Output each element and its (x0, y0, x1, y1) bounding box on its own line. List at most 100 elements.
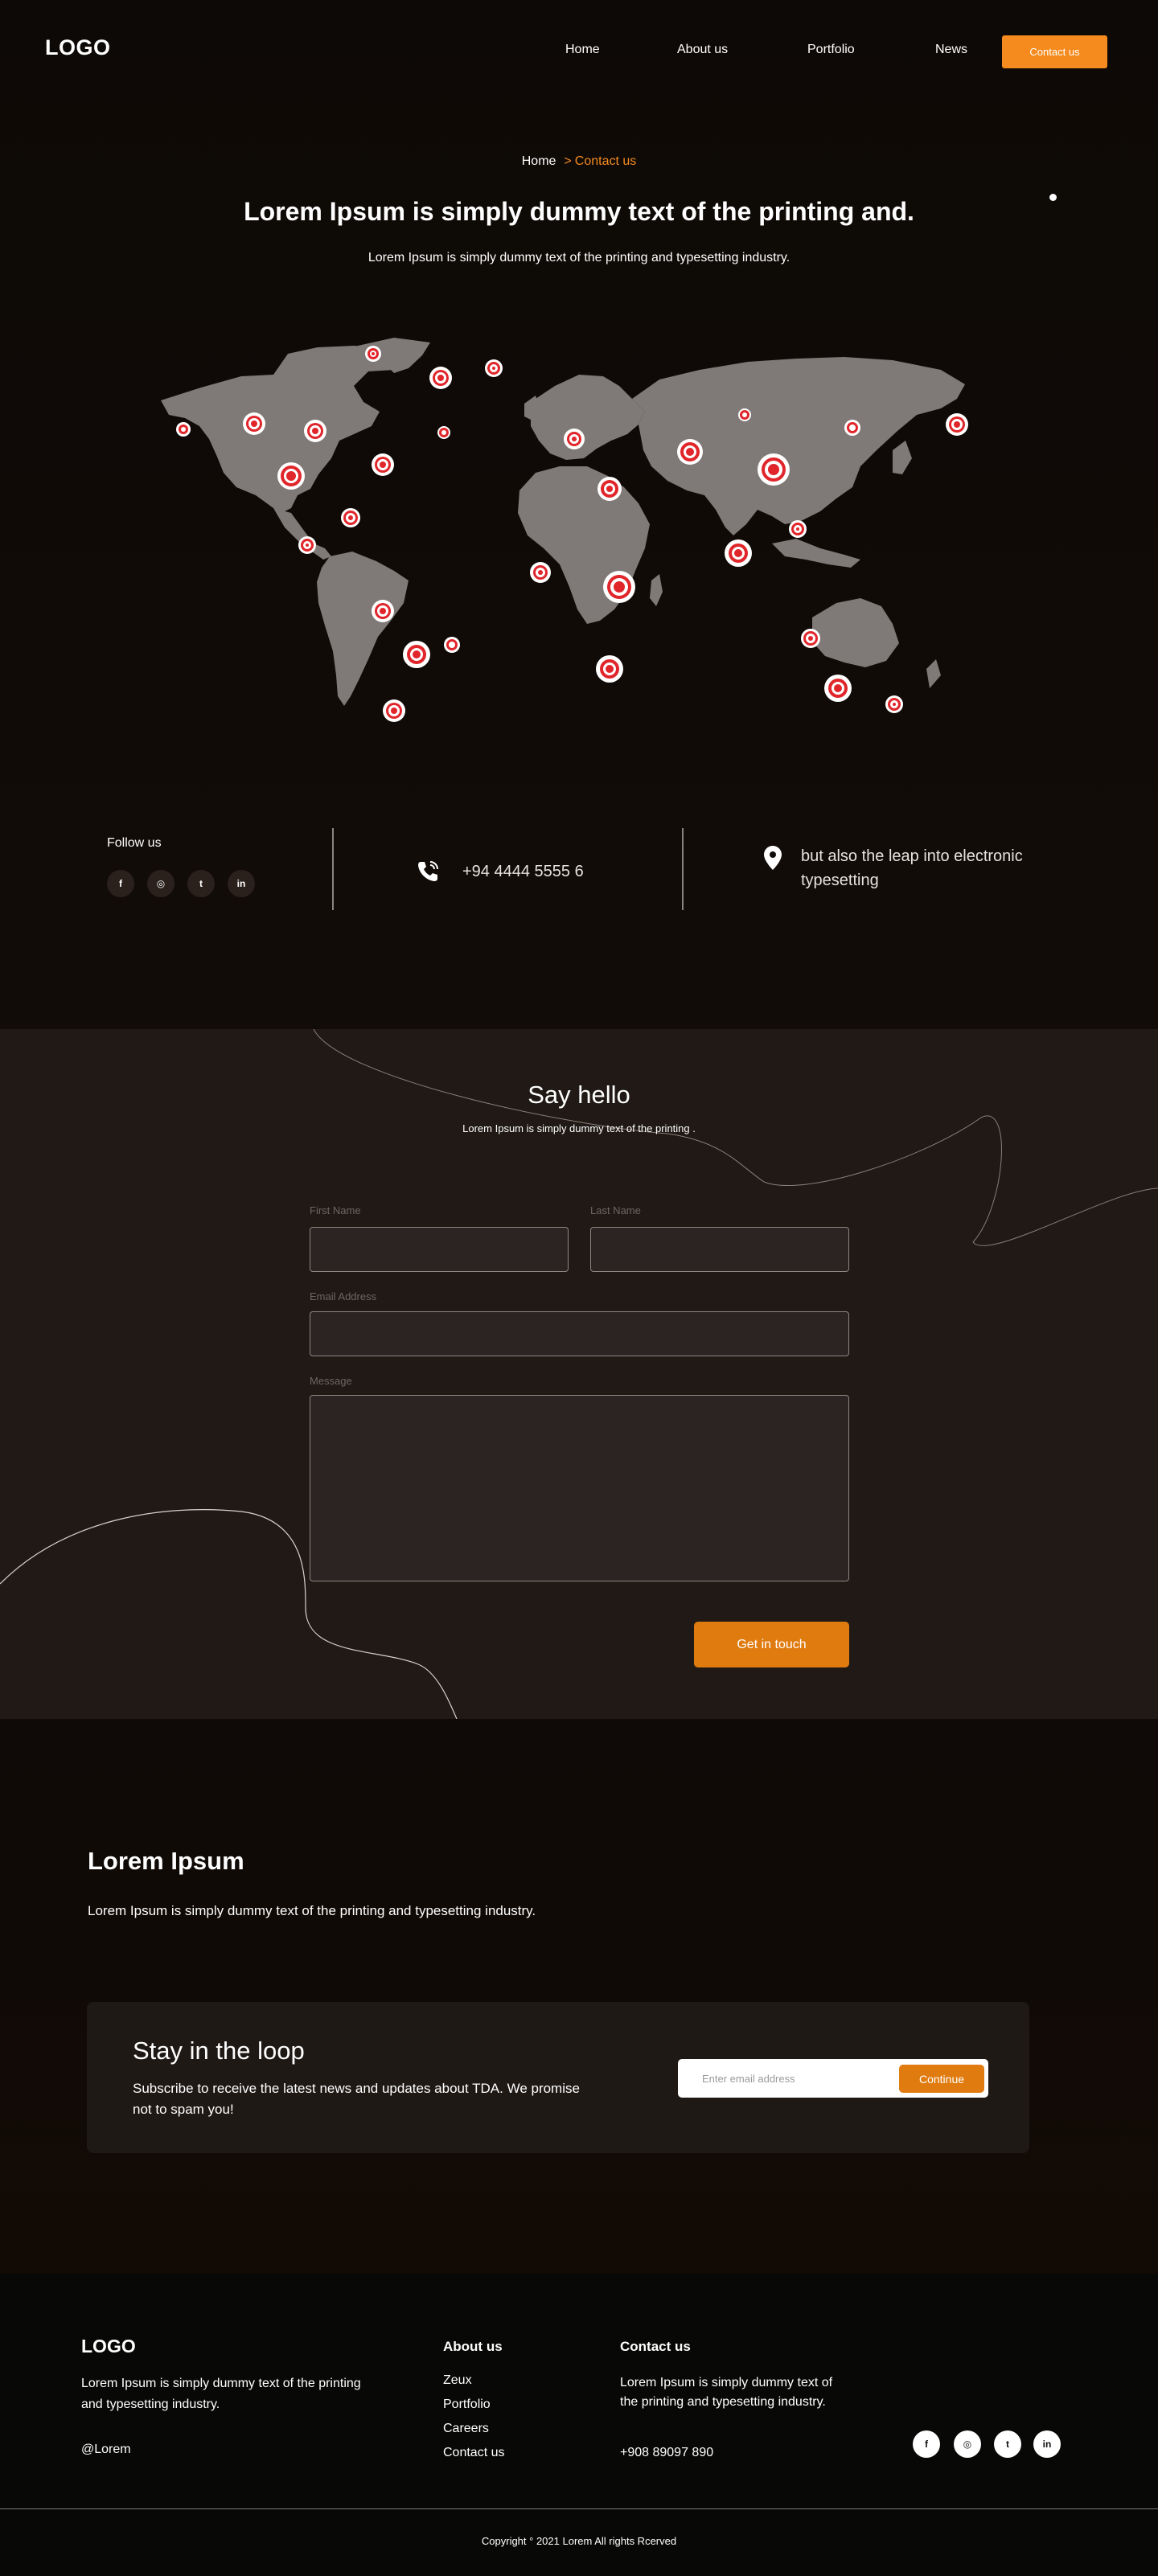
newsletter-title: Stay in the loop (133, 2037, 305, 2065)
footer-description: Lorem Ipsum is simply dummy text of the … (81, 2377, 361, 2411)
new-zealand (926, 659, 941, 688)
footer-contact-text: Lorem Ipsum is simply dummy text of the … (620, 2376, 833, 2409)
nav-home[interactable]: Home (565, 43, 600, 57)
breadcrumb-home[interactable]: Home (522, 154, 556, 168)
map-marker[interactable] (530, 562, 551, 583)
continent-australia (812, 598, 899, 667)
map-marker[interactable] (596, 655, 623, 683)
divider (332, 828, 334, 910)
divider (682, 828, 684, 910)
twitter-icon[interactable]: t (994, 2430, 1021, 2458)
southeast-asia-islands (772, 539, 860, 568)
footer-link-portfolio[interactable]: Portfolio (443, 2398, 491, 2412)
map-marker[interactable] (383, 699, 405, 722)
map-marker[interactable] (824, 675, 852, 702)
continent-europe (531, 375, 645, 460)
footer-link-careers[interactable]: Careers (443, 2422, 489, 2436)
map-marker[interactable] (403, 641, 430, 668)
map-marker[interactable] (304, 420, 326, 442)
copyright: Copyright ° 2021 Lorem All rights Rcerve… (481, 2535, 677, 2547)
continent-south-america (317, 552, 409, 706)
email-label: Email Address (310, 1290, 377, 1302)
instagram-icon[interactable]: ◎ (954, 2430, 981, 2458)
say-hello-title: Say hello (528, 1081, 630, 1109)
nav-news[interactable]: News (935, 43, 967, 57)
first-name-label: First Name (310, 1204, 361, 1216)
follow-us-label: Follow us (107, 836, 162, 850)
map-marker[interactable] (437, 426, 450, 439)
contact-address: but also the leap into electronic typese… (801, 847, 1023, 889)
footer-handle[interactable]: @Lorem (81, 2443, 131, 2457)
map-marker[interactable] (725, 539, 752, 567)
footer-about-heading: About us (443, 2339, 503, 2354)
map-marker[interactable] (485, 359, 503, 377)
map-marker[interactable] (341, 508, 360, 527)
map-marker[interactable] (738, 408, 751, 421)
continent-north-america (161, 346, 406, 513)
footer-contact-heading: Contact us (620, 2339, 691, 2354)
newsletter-email-input[interactable] (702, 2067, 887, 2090)
email-input[interactable] (310, 1311, 849, 1356)
about-title: Lorem Ipsum (88, 1847, 244, 1875)
first-name-input[interactable] (310, 1227, 569, 1272)
header-logo[interactable]: LOGO (45, 35, 111, 60)
breadcrumb-current: Contact us (574, 154, 637, 168)
nav-portfolio[interactable]: Portfolio (807, 43, 855, 57)
footer-divider (0, 2508, 1158, 2509)
last-name-label: Last Name (590, 1204, 641, 1216)
map-marker[interactable] (176, 422, 191, 437)
world-map (161, 338, 968, 722)
newsletter-text: Subscribe to receive the latest news and… (133, 2081, 580, 2117)
map-marker[interactable] (597, 477, 622, 501)
map-marker[interactable] (946, 413, 968, 436)
say-hello-subtitle: Lorem Ipsum is simply dummy text of the … (462, 1122, 696, 1134)
footer-link-contact-us[interactable]: Contact us (443, 2446, 504, 2460)
footer-logo[interactable]: LOGO (81, 2336, 136, 2357)
map-marker[interactable] (277, 462, 305, 490)
twitter-icon[interactable]: t (187, 870, 215, 897)
last-name-input[interactable] (590, 1227, 849, 1272)
instagram-icon[interactable]: ◎ (147, 870, 175, 897)
location-pin-icon (764, 846, 782, 870)
contact-us-button[interactable]: Contact us (1002, 35, 1107, 68)
linkedin-icon[interactable]: in (1033, 2430, 1061, 2458)
facebook-icon[interactable]: f (107, 870, 134, 897)
map-marker[interactable] (429, 367, 452, 389)
map-marker[interactable] (677, 439, 703, 465)
continent-africa (518, 466, 650, 624)
message-label: Message (310, 1375, 352, 1387)
map-marker[interactable] (885, 695, 903, 713)
map-marker[interactable] (298, 536, 316, 554)
phone-icon (418, 861, 438, 881)
linkedin-icon[interactable]: in (228, 870, 255, 897)
japan (893, 441, 912, 474)
map-marker[interactable] (758, 453, 790, 486)
footer (0, 2274, 1158, 2576)
page-subtitle: Lorem Ipsum is simply dummy text of the … (368, 251, 790, 265)
map-marker[interactable] (444, 637, 460, 653)
message-textarea[interactable] (310, 1395, 849, 1581)
continue-button[interactable]: Continue (899, 2065, 984, 2093)
map-marker[interactable] (243, 412, 265, 435)
breadcrumb-separator: > (564, 154, 572, 168)
map-marker[interactable] (603, 571, 635, 603)
facebook-icon[interactable]: f (913, 2430, 940, 2458)
footer-phone[interactable]: +908 89097 890 (620, 2446, 713, 2460)
map-marker[interactable] (789, 520, 807, 538)
map-marker[interactable] (365, 346, 381, 362)
breadcrumb: Home > Contact us (0, 154, 1158, 169)
nav-about-us[interactable]: About us (677, 43, 728, 57)
contact-phone[interactable]: +94 4444 5555 6 (462, 863, 584, 881)
about-text: Lorem Ipsum is simply dummy text of the … (88, 1903, 536, 1918)
map-marker[interactable] (801, 629, 820, 648)
page-title: Lorem Ipsum is simply dummy text of the … (244, 197, 914, 226)
map-marker[interactable] (564, 429, 585, 449)
map-marker[interactable] (372, 600, 394, 622)
map-marker[interactable] (372, 453, 394, 476)
madagascar (650, 574, 663, 606)
map-landmass (161, 338, 965, 706)
map-marker[interactable] (844, 420, 860, 436)
newsletter-section (0, 1719, 1158, 2274)
get-in-touch-button[interactable]: Get in touch (694, 1622, 849, 1667)
footer-link-zeux[interactable]: Zeux (443, 2373, 472, 2388)
